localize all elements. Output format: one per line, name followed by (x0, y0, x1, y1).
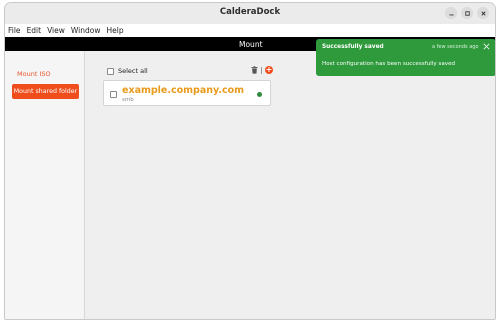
menu-bar: File Edit View Window Help (5, 24, 495, 37)
list-item[interactable]: example.company.com smb (103, 80, 271, 106)
select-all-label: Select all (118, 67, 148, 75)
minimize-button[interactable] (445, 7, 457, 19)
menu-file[interactable]: File (8, 26, 21, 35)
toast-title: Successfully saved (322, 44, 384, 50)
select-all-checkbox[interactable] (107, 67, 114, 75)
close-icon (480, 10, 486, 16)
plus-icon: + (265, 65, 273, 74)
menu-edit[interactable]: Edit (27, 26, 42, 35)
menu-help[interactable]: Help (106, 26, 123, 35)
toast-timestamp: a few seconds ago (432, 44, 479, 50)
select-all[interactable]: Select all (107, 67, 148, 75)
menu-window[interactable]: Window (71, 26, 101, 35)
window-title: CalderaDock (219, 7, 281, 17)
add-button[interactable]: + (265, 66, 273, 74)
menu-view[interactable]: View (47, 26, 65, 35)
item-checkbox[interactable] (110, 91, 117, 98)
close-button[interactable] (477, 7, 489, 19)
trash-icon (251, 66, 258, 74)
maximize-icon (464, 10, 470, 16)
title-bar[interactable]: CalderaDock (5, 3, 495, 24)
item-host: example.company.com (122, 85, 245, 96)
window-controls (445, 7, 489, 19)
app-window: CalderaDock File Edit View Window Help M… (4, 2, 496, 320)
sidebar-item-mount-iso[interactable]: Mount ISO (17, 70, 51, 78)
toast-close-button[interactable] (482, 42, 491, 51)
maximize-button[interactable] (461, 7, 473, 19)
status-indicator (257, 92, 262, 97)
action-divider (261, 66, 262, 74)
item-type: smb (122, 97, 134, 103)
minimize-icon (448, 13, 454, 15)
list-actions: + (251, 66, 273, 74)
sidebar-item-mount-shared-folder[interactable]: Mount shared folder (12, 84, 79, 99)
success-toast: Successfully saved a few seconds ago Hos… (316, 39, 495, 76)
sidebar: Mount ISO Mount shared folder (5, 51, 85, 319)
close-icon (483, 43, 490, 50)
delete-button[interactable] (251, 66, 258, 74)
toast-message: Host configuration has been successfully… (322, 61, 456, 67)
page-title: Mount (239, 40, 263, 49)
